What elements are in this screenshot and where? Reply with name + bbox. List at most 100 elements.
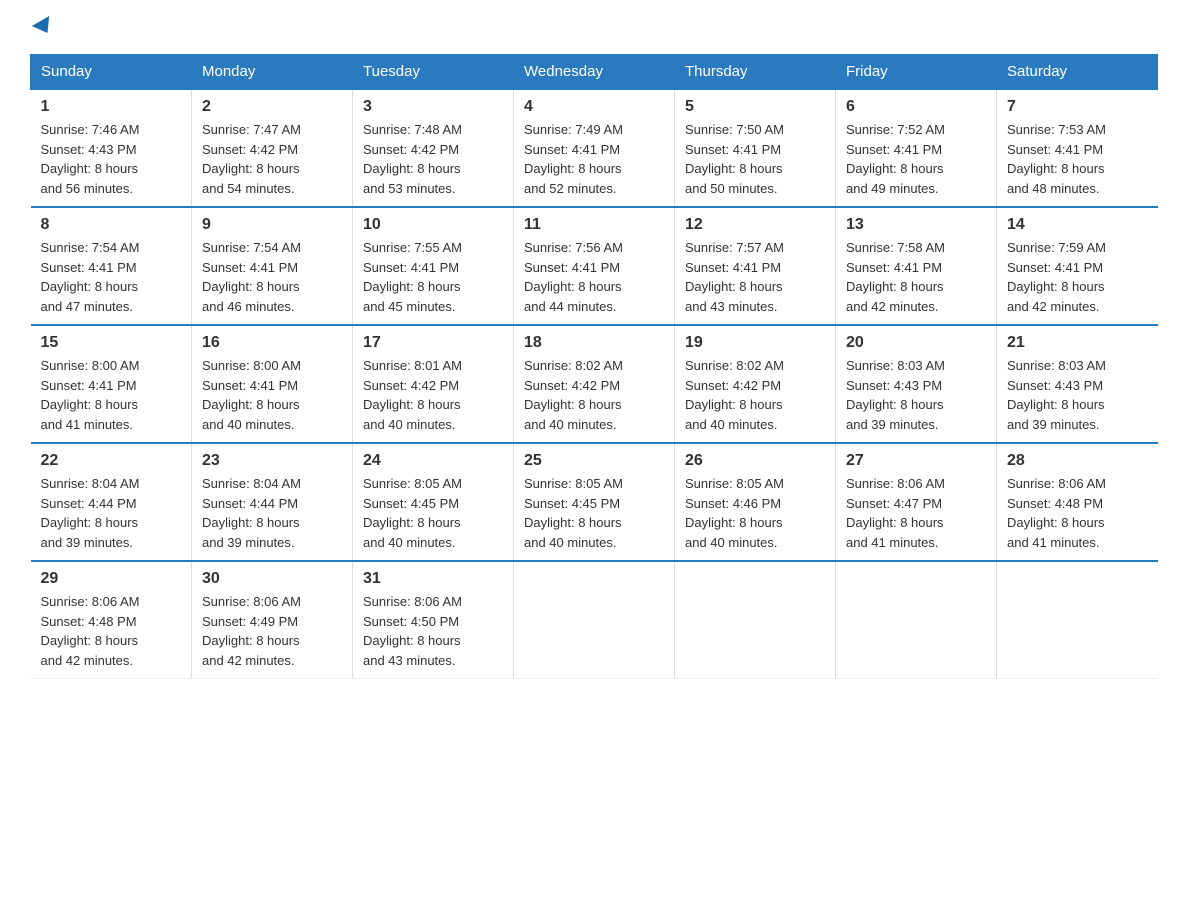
day-info: Sunrise: 8:06 AMSunset: 4:50 PMDaylight:… — [363, 594, 462, 668]
week-row-4: 22 Sunrise: 8:04 AMSunset: 4:44 PMDaylig… — [31, 443, 1158, 561]
calendar-cell: 27 Sunrise: 8:06 AMSunset: 4:47 PMDaylig… — [836, 443, 997, 561]
header-thursday: Thursday — [675, 55, 836, 90]
day-number: 14 — [1007, 216, 1148, 234]
week-row-5: 29 Sunrise: 8:06 AMSunset: 4:48 PMDaylig… — [31, 561, 1158, 679]
calendar-cell: 30 Sunrise: 8:06 AMSunset: 4:49 PMDaylig… — [192, 561, 353, 679]
calendar-cell: 25 Sunrise: 8:05 AMSunset: 4:45 PMDaylig… — [514, 443, 675, 561]
day-info: Sunrise: 7:47 AMSunset: 4:42 PMDaylight:… — [202, 122, 301, 196]
week-row-3: 15 Sunrise: 8:00 AMSunset: 4:41 PMDaylig… — [31, 325, 1158, 443]
calendar-cell: 18 Sunrise: 8:02 AMSunset: 4:42 PMDaylig… — [514, 325, 675, 443]
calendar-cell: 22 Sunrise: 8:04 AMSunset: 4:44 PMDaylig… — [31, 443, 192, 561]
calendar-header-row: SundayMondayTuesdayWednesdayThursdayFrid… — [31, 55, 1158, 90]
calendar-cell: 20 Sunrise: 8:03 AMSunset: 4:43 PMDaylig… — [836, 325, 997, 443]
day-info: Sunrise: 8:02 AMSunset: 4:42 PMDaylight:… — [685, 358, 784, 432]
logo — [30, 20, 54, 34]
calendar-cell: 3 Sunrise: 7:48 AMSunset: 4:42 PMDayligh… — [353, 89, 514, 207]
day-info: Sunrise: 7:54 AMSunset: 4:41 PMDaylight:… — [202, 240, 301, 314]
day-number: 7 — [1007, 98, 1148, 116]
page-header — [30, 20, 1158, 34]
calendar-cell: 26 Sunrise: 8:05 AMSunset: 4:46 PMDaylig… — [675, 443, 836, 561]
day-number: 2 — [202, 98, 342, 116]
calendar-cell: 15 Sunrise: 8:00 AMSunset: 4:41 PMDaylig… — [31, 325, 192, 443]
day-info: Sunrise: 7:53 AMSunset: 4:41 PMDaylight:… — [1007, 122, 1106, 196]
day-info: Sunrise: 8:03 AMSunset: 4:43 PMDaylight:… — [846, 358, 945, 432]
day-info: Sunrise: 8:06 AMSunset: 4:48 PMDaylight:… — [1007, 476, 1106, 550]
calendar-cell: 9 Sunrise: 7:54 AMSunset: 4:41 PMDayligh… — [192, 207, 353, 325]
day-info: Sunrise: 8:05 AMSunset: 4:45 PMDaylight:… — [524, 476, 623, 550]
calendar-cell: 16 Sunrise: 8:00 AMSunset: 4:41 PMDaylig… — [192, 325, 353, 443]
day-info: Sunrise: 8:06 AMSunset: 4:49 PMDaylight:… — [202, 594, 301, 668]
day-number: 4 — [524, 98, 664, 116]
day-info: Sunrise: 7:46 AMSunset: 4:43 PMDaylight:… — [41, 122, 140, 196]
calendar-cell — [514, 561, 675, 679]
day-number: 9 — [202, 216, 342, 234]
day-number: 15 — [41, 334, 182, 352]
calendar-cell: 17 Sunrise: 8:01 AMSunset: 4:42 PMDaylig… — [353, 325, 514, 443]
day-number: 26 — [685, 452, 825, 470]
header-sunday: Sunday — [31, 55, 192, 90]
calendar-cell: 14 Sunrise: 7:59 AMSunset: 4:41 PMDaylig… — [997, 207, 1158, 325]
day-info: Sunrise: 8:04 AMSunset: 4:44 PMDaylight:… — [41, 476, 140, 550]
header-tuesday: Tuesday — [353, 55, 514, 90]
week-row-2: 8 Sunrise: 7:54 AMSunset: 4:41 PMDayligh… — [31, 207, 1158, 325]
calendar-cell: 2 Sunrise: 7:47 AMSunset: 4:42 PMDayligh… — [192, 89, 353, 207]
day-info: Sunrise: 8:06 AMSunset: 4:48 PMDaylight:… — [41, 594, 140, 668]
day-number: 23 — [202, 452, 342, 470]
day-number: 11 — [524, 216, 664, 234]
day-number: 28 — [1007, 452, 1148, 470]
day-number: 22 — [41, 452, 182, 470]
day-number: 1 — [41, 98, 182, 116]
day-number: 8 — [41, 216, 182, 234]
day-info: Sunrise: 7:49 AMSunset: 4:41 PMDaylight:… — [524, 122, 623, 196]
day-info: Sunrise: 8:04 AMSunset: 4:44 PMDaylight:… — [202, 476, 301, 550]
calendar-cell: 7 Sunrise: 7:53 AMSunset: 4:41 PMDayligh… — [997, 89, 1158, 207]
calendar-cell: 19 Sunrise: 8:02 AMSunset: 4:42 PMDaylig… — [675, 325, 836, 443]
calendar-cell: 12 Sunrise: 7:57 AMSunset: 4:41 PMDaylig… — [675, 207, 836, 325]
day-number: 29 — [41, 570, 182, 588]
calendar-cell: 5 Sunrise: 7:50 AMSunset: 4:41 PMDayligh… — [675, 89, 836, 207]
day-info: Sunrise: 7:48 AMSunset: 4:42 PMDaylight:… — [363, 122, 462, 196]
day-info: Sunrise: 8:05 AMSunset: 4:46 PMDaylight:… — [685, 476, 784, 550]
day-info: Sunrise: 8:02 AMSunset: 4:42 PMDaylight:… — [524, 358, 623, 432]
day-number: 12 — [685, 216, 825, 234]
day-number: 17 — [363, 334, 503, 352]
day-number: 30 — [202, 570, 342, 588]
calendar-cell: 28 Sunrise: 8:06 AMSunset: 4:48 PMDaylig… — [997, 443, 1158, 561]
day-info: Sunrise: 8:00 AMSunset: 4:41 PMDaylight:… — [41, 358, 140, 432]
day-number: 18 — [524, 334, 664, 352]
calendar-cell: 10 Sunrise: 7:55 AMSunset: 4:41 PMDaylig… — [353, 207, 514, 325]
calendar-cell: 1 Sunrise: 7:46 AMSunset: 4:43 PMDayligh… — [31, 89, 192, 207]
day-number: 5 — [685, 98, 825, 116]
day-info: Sunrise: 7:54 AMSunset: 4:41 PMDaylight:… — [41, 240, 140, 314]
day-info: Sunrise: 7:57 AMSunset: 4:41 PMDaylight:… — [685, 240, 784, 314]
calendar-cell: 6 Sunrise: 7:52 AMSunset: 4:41 PMDayligh… — [836, 89, 997, 207]
header-wednesday: Wednesday — [514, 55, 675, 90]
day-info: Sunrise: 8:05 AMSunset: 4:45 PMDaylight:… — [363, 476, 462, 550]
day-number: 24 — [363, 452, 503, 470]
calendar-cell — [997, 561, 1158, 679]
header-friday: Friday — [836, 55, 997, 90]
calendar-cell: 11 Sunrise: 7:56 AMSunset: 4:41 PMDaylig… — [514, 207, 675, 325]
day-number: 19 — [685, 334, 825, 352]
calendar-cell: 24 Sunrise: 8:05 AMSunset: 4:45 PMDaylig… — [353, 443, 514, 561]
calendar-table: SundayMondayTuesdayWednesdayThursdayFrid… — [30, 54, 1158, 679]
day-number: 13 — [846, 216, 986, 234]
header-monday: Monday — [192, 55, 353, 90]
calendar-cell — [836, 561, 997, 679]
day-info: Sunrise: 7:52 AMSunset: 4:41 PMDaylight:… — [846, 122, 945, 196]
day-number: 20 — [846, 334, 986, 352]
logo-triangle-icon — [32, 16, 56, 38]
day-info: Sunrise: 7:50 AMSunset: 4:41 PMDaylight:… — [685, 122, 784, 196]
day-info: Sunrise: 7:55 AMSunset: 4:41 PMDaylight:… — [363, 240, 462, 314]
day-info: Sunrise: 8:00 AMSunset: 4:41 PMDaylight:… — [202, 358, 301, 432]
day-info: Sunrise: 8:06 AMSunset: 4:47 PMDaylight:… — [846, 476, 945, 550]
calendar-cell: 8 Sunrise: 7:54 AMSunset: 4:41 PMDayligh… — [31, 207, 192, 325]
day-info: Sunrise: 7:59 AMSunset: 4:41 PMDaylight:… — [1007, 240, 1106, 314]
day-number: 31 — [363, 570, 503, 588]
day-number: 27 — [846, 452, 986, 470]
day-info: Sunrise: 7:58 AMSunset: 4:41 PMDaylight:… — [846, 240, 945, 314]
calendar-cell: 29 Sunrise: 8:06 AMSunset: 4:48 PMDaylig… — [31, 561, 192, 679]
calendar-cell — [675, 561, 836, 679]
day-number: 21 — [1007, 334, 1148, 352]
day-number: 10 — [363, 216, 503, 234]
